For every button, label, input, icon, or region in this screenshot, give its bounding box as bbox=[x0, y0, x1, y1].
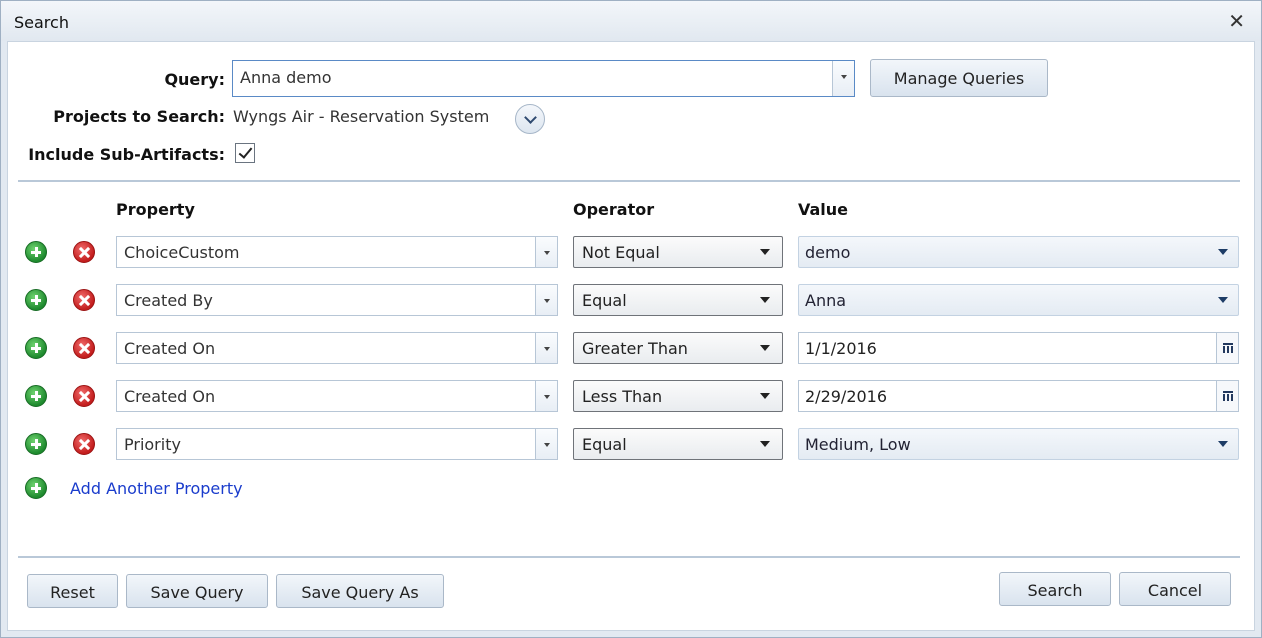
close-icon[interactable]: ✕ bbox=[1228, 11, 1245, 31]
divider bbox=[18, 180, 1240, 182]
operator-column-header: Operator bbox=[573, 200, 655, 219]
value-select[interactable]: Anna bbox=[798, 284, 1239, 316]
search-button[interactable]: Search bbox=[999, 572, 1111, 606]
chevron-down-icon bbox=[760, 441, 770, 447]
remove-icon[interactable] bbox=[73, 433, 95, 455]
date-input[interactable]: 2/29/2016 bbox=[798, 380, 1239, 412]
save-query-as-label: Save Query As bbox=[301, 583, 419, 602]
divider bbox=[18, 556, 1240, 558]
chevron-down-icon[interactable] bbox=[832, 61, 854, 96]
add-another-property-link[interactable]: Add Another Property bbox=[70, 479, 243, 498]
property-select[interactable]: ChoiceCustom bbox=[116, 236, 558, 268]
manage-queries-button[interactable]: Manage Queries bbox=[870, 59, 1048, 97]
chevron-down-icon bbox=[760, 345, 770, 351]
property-select[interactable]: Priority bbox=[116, 428, 558, 460]
reset-label: Reset bbox=[50, 583, 95, 602]
value-select[interactable]: Medium, Low bbox=[798, 428, 1239, 460]
chevron-down-icon[interactable] bbox=[535, 333, 557, 363]
save-query-as-button[interactable]: Save Query As bbox=[276, 574, 444, 608]
operator-select[interactable]: Greater Than bbox=[573, 332, 783, 364]
chevron-down-icon[interactable] bbox=[535, 285, 557, 315]
calendar-icon[interactable] bbox=[1216, 333, 1238, 363]
property-column-header: Property bbox=[116, 200, 195, 219]
date-value: 2/29/2016 bbox=[805, 387, 888, 406]
include-subartifacts-checkbox[interactable] bbox=[235, 143, 255, 163]
date-value: 1/1/2016 bbox=[805, 339, 877, 358]
property-select[interactable]: Created On bbox=[116, 332, 558, 364]
chevron-down-icon[interactable] bbox=[515, 104, 545, 134]
subartifacts-label: Include Sub-Artifacts: bbox=[28, 145, 225, 164]
chevron-down-icon[interactable] bbox=[535, 429, 557, 459]
cancel-label: Cancel bbox=[1147, 581, 1203, 600]
save-query-label: Save Query bbox=[150, 583, 244, 602]
property-value: Created On bbox=[124, 339, 216, 358]
chevron-down-icon[interactable] bbox=[535, 381, 557, 411]
value-text: Anna bbox=[805, 291, 847, 310]
reset-button[interactable]: Reset bbox=[27, 574, 118, 608]
operator-value: Equal bbox=[582, 291, 627, 310]
add-icon[interactable] bbox=[25, 337, 47, 359]
value-select[interactable]: demo bbox=[798, 236, 1239, 268]
add-icon[interactable] bbox=[25, 241, 47, 263]
operator-select[interactable]: Less Than bbox=[573, 380, 783, 412]
operator-value: Not Equal bbox=[582, 243, 660, 262]
property-value: ChoiceCustom bbox=[124, 243, 240, 262]
operator-value: Greater Than bbox=[582, 339, 688, 358]
chevron-down-icon bbox=[1218, 441, 1228, 447]
chevron-down-icon bbox=[1218, 297, 1228, 303]
value-text: demo bbox=[805, 243, 851, 262]
chevron-down-icon bbox=[760, 297, 770, 303]
value-text: Medium, Low bbox=[805, 435, 911, 454]
operator-value: Less Than bbox=[582, 387, 663, 406]
operator-value: Equal bbox=[582, 435, 627, 454]
chevron-down-icon[interactable] bbox=[535, 237, 557, 267]
query-combobox[interactable]: Anna demo bbox=[232, 60, 855, 97]
manage-queries-label: Manage Queries bbox=[893, 69, 1025, 88]
property-value: Created On bbox=[124, 387, 216, 406]
remove-icon[interactable] bbox=[73, 337, 95, 359]
property-select[interactable]: Created On bbox=[116, 380, 558, 412]
calendar-icon[interactable] bbox=[1216, 381, 1238, 411]
add-icon[interactable] bbox=[25, 477, 47, 499]
property-value: Created By bbox=[124, 291, 213, 310]
chevron-down-icon bbox=[1218, 249, 1228, 255]
property-value: Priority bbox=[124, 435, 181, 454]
operator-select[interactable]: Equal bbox=[573, 284, 783, 316]
projects-value: Wyngs Air - Reservation System bbox=[233, 107, 490, 126]
remove-icon[interactable] bbox=[73, 241, 95, 263]
dialog-title: Search bbox=[14, 13, 69, 32]
add-icon[interactable] bbox=[25, 433, 47, 455]
operator-select[interactable]: Not Equal bbox=[573, 236, 783, 268]
query-label: Query: bbox=[164, 70, 225, 89]
date-input[interactable]: 1/1/2016 bbox=[798, 332, 1239, 364]
operator-select[interactable]: Equal bbox=[573, 428, 783, 460]
add-icon[interactable] bbox=[25, 289, 47, 311]
remove-icon[interactable] bbox=[73, 385, 95, 407]
search-dialog: Search ✕ Query: Anna demo Manage Queries… bbox=[0, 0, 1262, 638]
remove-icon[interactable] bbox=[73, 289, 95, 311]
save-query-button[interactable]: Save Query bbox=[126, 574, 268, 608]
query-value: Anna demo bbox=[240, 68, 332, 87]
projects-label: Projects to Search: bbox=[53, 107, 225, 126]
chevron-down-icon bbox=[760, 249, 770, 255]
search-label: Search bbox=[1027, 581, 1083, 600]
cancel-button[interactable]: Cancel bbox=[1119, 572, 1231, 606]
add-icon[interactable] bbox=[25, 385, 47, 407]
property-select[interactable]: Created By bbox=[116, 284, 558, 316]
dialog-content: Query: Anna demo Manage Queries Projects… bbox=[7, 41, 1255, 631]
title-bar: Search ✕ bbox=[1, 1, 1261, 41]
chevron-down-icon bbox=[760, 393, 770, 399]
value-column-header: Value bbox=[798, 200, 849, 219]
